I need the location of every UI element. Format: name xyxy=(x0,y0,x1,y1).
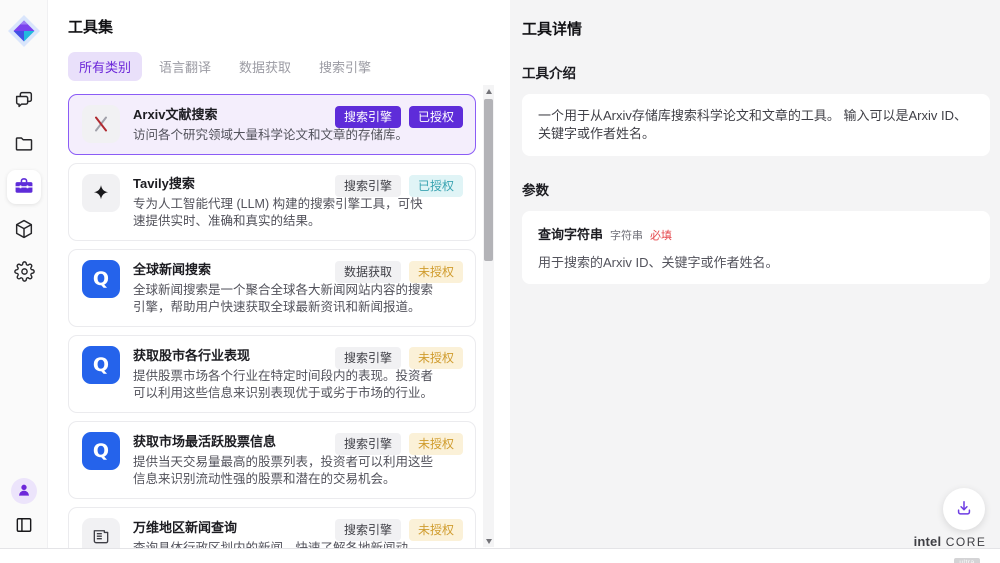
tool-description: 查询具体行政区划内的新闻，快速了解各地新闻动 xyxy=(133,540,408,548)
intel-wordmark: intel xyxy=(914,534,942,549)
param-required-flag: 必填 xyxy=(650,227,672,243)
cube-icon xyxy=(13,218,35,243)
params-heading: 参数 xyxy=(522,179,990,199)
tool-description: 访问各个研究领域大量科学论文和文章的存储库。 xyxy=(133,127,408,144)
sidebar-item-toolbox[interactable] xyxy=(7,170,41,204)
category-tab[interactable]: 数据获取 xyxy=(228,52,302,81)
scrollbar-up-arrow[interactable] xyxy=(483,85,494,97)
param-header: 查询字符串 字符串 必填 xyxy=(538,224,974,243)
intro-box: 一个用于从Arxiv存储库搜索科学论文和文章的工具。 输入可以是Arxiv ID… xyxy=(522,94,990,156)
category-tab[interactable]: 搜索引擎 xyxy=(308,52,382,81)
tool-badges: 搜索引擎 未授权 xyxy=(335,347,463,369)
newspaper-icon xyxy=(91,527,111,547)
category-badge: 搜索引擎 xyxy=(335,519,401,541)
panel-layout-icon xyxy=(14,515,34,538)
auth-status-badge: 未授权 xyxy=(409,519,463,541)
arxiv-icon xyxy=(91,114,111,134)
param-type: 字符串 xyxy=(610,227,643,243)
user-avatar-icon xyxy=(16,482,32,501)
toolbox-icon xyxy=(13,175,35,200)
tool-icon: Q xyxy=(82,346,120,384)
auth-status-badge: 未授权 xyxy=(409,433,463,455)
q-news-icon: Q xyxy=(93,440,109,462)
intro-text: 一个用于从Arxiv存储库搜索科学论文和文章的工具。 输入可以是Arxiv ID… xyxy=(538,107,974,143)
folder-icon xyxy=(13,132,35,157)
tool-badges: 搜索引擎 未授权 xyxy=(335,519,463,541)
detail-title: 工具详情 xyxy=(522,18,990,39)
intel-core-logo: intel core ultra xyxy=(910,533,990,563)
tool-card[interactable]: Q Tavily搜索 专为人工智能代理 (LLM) 构建的搜索引擎工具，可快速提… xyxy=(68,163,476,241)
tool-badges: 数据获取 未授权 xyxy=(335,261,463,283)
q-news-icon: Q xyxy=(93,354,109,376)
scrollbar-thumb[interactable] xyxy=(484,99,493,261)
auth-status-badge: 已授权 xyxy=(409,106,463,128)
tool-icon: Q xyxy=(82,260,120,298)
collapse-sidebar-button[interactable] xyxy=(10,512,38,540)
tool-icon: Q xyxy=(82,518,120,548)
tool-description: 全球新闻搜索是一个聚合全球各大新闻网站内容的搜索引擎，帮助用户快速获取全球最新资… xyxy=(133,282,433,316)
param-description: 用于搜索的Arxiv ID、关键字或作者姓名。 xyxy=(538,252,974,271)
chat-icon xyxy=(13,89,35,114)
app-logo-icon xyxy=(7,14,41,48)
user-avatar[interactable] xyxy=(11,478,37,504)
tool-badges: 搜索引擎 已授权 xyxy=(335,106,463,128)
app-frame: 工具集 所有类别 语言翻译 数据获取 搜索引擎 xyxy=(0,0,1000,549)
page-title: 工具集 xyxy=(68,16,510,37)
ultra-badge: ultra xyxy=(954,558,979,563)
tool-badges: 搜索引擎 未授权 xyxy=(335,433,463,455)
q-news-icon: Q xyxy=(93,268,109,290)
tool-icon: Q xyxy=(82,105,120,143)
sidebar-bottom xyxy=(0,478,48,540)
tools-pane: 工具集 所有类别 语言翻译 数据获取 搜索引擎 xyxy=(48,0,510,548)
category-badge: 搜索引擎 xyxy=(335,433,401,455)
gear-icon xyxy=(14,261,35,285)
param-name: 查询字符串 xyxy=(538,224,603,243)
list-scrollbar xyxy=(483,85,494,547)
scrollbar-down-arrow[interactable] xyxy=(483,535,494,547)
app-window: 工具集 所有类别 语言翻译 数据获取 搜索引擎 xyxy=(0,0,1000,563)
tool-badges: 搜索引擎 已授权 xyxy=(335,175,463,197)
param-box: 查询字符串 字符串 必填 用于搜索的Arxiv ID、关键字或作者姓名。 xyxy=(522,211,990,284)
auth-status-badge: 未授权 xyxy=(409,261,463,283)
tool-description: 专为人工智能代理 (LLM) 构建的搜索引擎工具，可快速提供实时、准确和真实的结… xyxy=(133,196,433,230)
category-badge: 数据获取 xyxy=(335,261,401,283)
tool-description: 提供当天交易量最高的股票列表，投资者可以利用这些信息来识别流动性强的股票和潜在的… xyxy=(133,454,433,488)
download-button[interactable] xyxy=(943,488,985,530)
sidebar-item-files[interactable] xyxy=(7,127,41,161)
tool-card[interactable]: Q 获取市场最活跃股票信息 提供当天交易量最高的股票列表，投资者可以利用这些信息… xyxy=(68,421,476,499)
auth-status-badge: 未授权 xyxy=(409,347,463,369)
download-icon xyxy=(954,498,974,521)
core-wordmark: core xyxy=(946,535,987,549)
tool-card[interactable]: Q 万维地区新闻查询 查询具体行政区划内的新闻，快速了解各地新闻动 xyxy=(68,507,476,548)
category-tab[interactable]: 语言翻译 xyxy=(148,52,222,81)
category-tabs: 所有类别 语言翻译 数据获取 搜索引擎 xyxy=(68,52,510,81)
category-badge: 搜索引擎 xyxy=(335,106,401,128)
tool-icon: Q xyxy=(82,432,120,470)
sidebar-item-chat[interactable] xyxy=(7,84,41,118)
sidebar-item-settings[interactable] xyxy=(7,256,41,290)
intro-heading: 工具介绍 xyxy=(522,62,990,82)
sidebar-item-models[interactable] xyxy=(7,213,41,247)
auth-status-badge: 已授权 xyxy=(409,175,463,197)
category-tab[interactable]: 所有类别 xyxy=(68,52,142,81)
tool-description: 提供股票市场各个行业在特定时间段内的表现。投资者可以利用这些信息来识别表现优于或… xyxy=(133,368,433,402)
tool-card[interactable]: Q 全球新闻搜索 全球新闻搜索是一个聚合全球各大新闻网站内容的搜索引擎，帮助用户… xyxy=(68,249,476,327)
sidebar xyxy=(0,0,48,548)
tool-icon: Q xyxy=(82,174,120,212)
sidebar-nav xyxy=(0,84,48,290)
tool-card-list: Q Arxiv文献搜索 访问各个研究领域大量科学论文和文章的存储库。 xyxy=(68,94,476,548)
tool-card[interactable]: Q 获取股市各行业表现 提供股票市场各个行业在特定时间段内的表现。投资者可以利用… xyxy=(68,335,476,413)
tavily-star-icon xyxy=(91,183,111,203)
category-badge: 搜索引擎 xyxy=(335,175,401,197)
tool-card[interactable]: Q Arxiv文献搜索 访问各个研究领域大量科学论文和文章的存储库。 xyxy=(68,94,476,155)
category-badge: 搜索引擎 xyxy=(335,347,401,369)
tool-detail-pane: 工具详情 工具介绍 一个用于从Arxiv存储库搜索科学论文和文章的工具。 输入可… xyxy=(510,0,1000,548)
